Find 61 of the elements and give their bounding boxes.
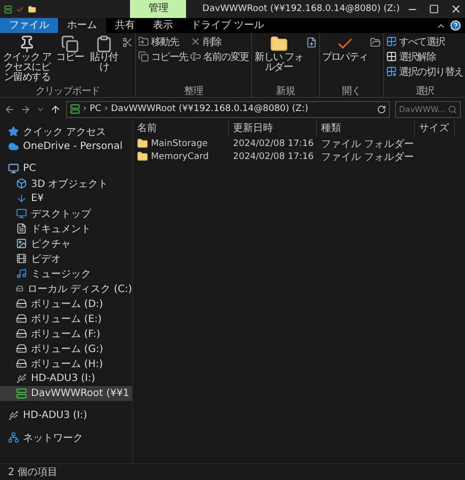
ribbon-tab[interactable]: ドライブ ツール: [182, 18, 274, 33]
sidebar-item[interactable]: ローカル ディスク (C:): [0, 281, 132, 296]
sidebar-item[interactable]: PC: [0, 161, 132, 176]
sidebar-item[interactable]: デスクトップ: [0, 206, 132, 221]
ribbon-button[interactable]: 選択の切り替え: [386, 65, 464, 78]
file-name[interactable]: MainStorage: [133, 137, 229, 150]
sidebar-item[interactable]: ボリューム (F:): [0, 326, 132, 341]
sidebar-item[interactable]: ビデオ: [0, 251, 132, 266]
sidebar-item[interactable]: HD-ADU3 (I:): [0, 371, 132, 386]
ribbon-button[interactable]: すべて選択: [386, 35, 464, 48]
sidebar-item[interactable]: 3D オブジェクト: [0, 176, 132, 191]
sidebar-item[interactable]: ドキュメント: [0, 221, 132, 236]
file-name[interactable]: MemoryCard: [133, 150, 229, 163]
search-field[interactable]: DavWWW...: [395, 100, 461, 118]
ribbon-tab[interactable]: ファイル: [0, 18, 58, 33]
group-label: クリップボード: [34, 86, 101, 97]
column-header[interactable]: 更新日時: [229, 120, 317, 137]
sidebar-item[interactable]: ミュージック: [0, 266, 132, 281]
ribbon-button[interactable]: 新しい フォルダー: [254, 35, 304, 86]
group-label: 整理: [183, 86, 204, 97]
sidebar-item[interactable]: ボリューム (G:): [0, 341, 132, 356]
sidebar-item[interactable]: ボリューム (H:): [0, 356, 132, 371]
ribbon-tab[interactable]: 共有: [106, 18, 144, 33]
group-label: 新規: [275, 86, 296, 97]
context-tab[interactable]: 管理: [130, 0, 186, 18]
modified-cell-text: 2024/02/08 17:16: [232, 150, 315, 163]
type-cell-text: ファイル フォルダー: [320, 150, 415, 163]
modified-cell-text: 2024/02/08 17:16: [232, 138, 315, 150]
breadcrumb[interactable]: PC: [90, 104, 102, 114]
ribbon-tab[interactable]: ホーム: [58, 18, 106, 33]
ribbon-button[interactable]: コピー: [54, 35, 86, 86]
ribbon-button[interactable]: クイック アクセスにピン留めする: [2, 35, 52, 86]
ribbon-button[interactable]: 選択解除: [386, 50, 464, 63]
group-label: 開く: [341, 86, 362, 97]
ribbon-button[interactable]: 貼り付け: [88, 35, 120, 86]
sidebar-item[interactable]: クイック アクセス: [0, 124, 132, 139]
sidebar-item[interactable]: OneDrive - Personal: [0, 139, 132, 154]
sidebar-item[interactable]: ピクチャ: [0, 236, 132, 251]
ribbon-button[interactable]: 移動先: [138, 35, 188, 48]
column-header[interactable]: サイズ: [415, 120, 455, 137]
ribbon-button[interactable]: コピー先: [138, 50, 188, 63]
sidebar-item[interactable]: HD-ADU3 (I:): [0, 408, 132, 423]
sidebar-item[interactable]: ボリューム (D:): [0, 296, 132, 311]
sidebar-item[interactable]: DavWWWRoot (¥¥1: [0, 386, 132, 401]
type-cell-text: ファイル フォルダー: [320, 138, 415, 150]
address-bar[interactable]: › PC › DavWWWRoot (¥¥192.168.0.14@8080) (Z:): [66, 100, 390, 118]
column-header[interactable]: 名前: [133, 120, 229, 137]
separator: ›: [104, 104, 108, 114]
window-title: DavWWWRoot (¥¥192.168.0.14@8080) (Z:): [202, 4, 400, 14]
group-label: 選択: [414, 86, 435, 97]
ribbon-button[interactable]: 削除: [190, 35, 249, 48]
column-header[interactable]: 種類: [317, 120, 415, 137]
sidebar-item[interactable]: E¥: [0, 191, 132, 206]
sidebar-item[interactable]: ネットワーク: [0, 430, 132, 445]
item-count: 2 個の項目: [8, 466, 58, 479]
ribbon-button[interactable]: 名前の変更: [190, 50, 249, 63]
ribbon-button[interactable]: プロパティ: [322, 35, 368, 86]
breadcrumb[interactable]: DavWWWRoot (¥¥192.168.0.14@8080) (Z:): [110, 104, 308, 114]
separator: ›: [83, 104, 87, 114]
sidebar-item[interactable]: ボリューム (E:): [0, 311, 132, 326]
ribbon-tab[interactable]: 表示: [144, 18, 182, 33]
